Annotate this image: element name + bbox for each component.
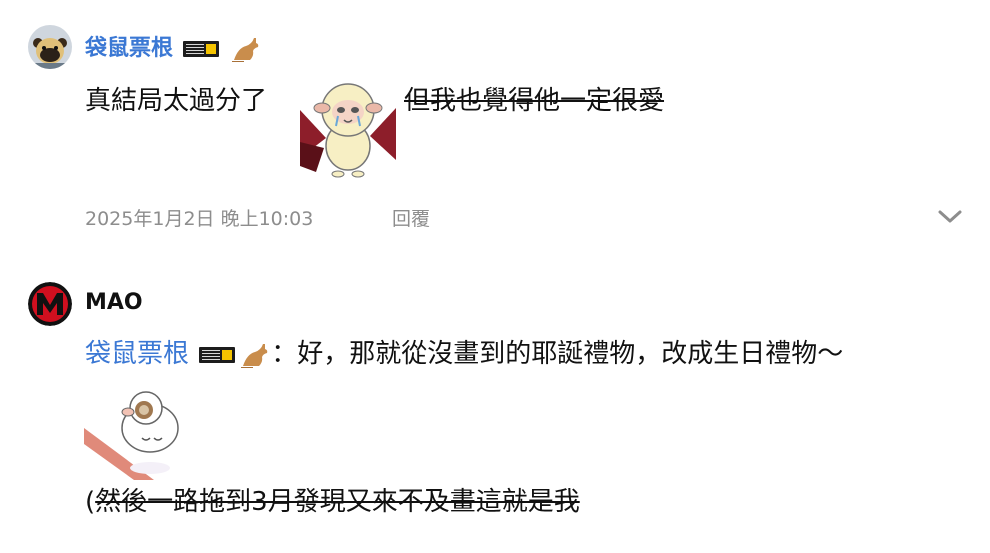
red-m-logo-icon [28,282,72,326]
paren-prefix: ( [85,487,96,517]
chevron-down-icon[interactable] [936,208,964,226]
struck-text: 然後一路拖到3月發現又來不及畫這就是我 [95,487,580,517]
sheep-sticker-icon [84,391,179,480]
comment-text: 真結局太過分了 [85,84,267,118]
comment-text-part2: 但我也覺得他一定很愛 [404,86,665,116]
reply-body-text: ：好，那就從沒畫到的耶誕禮物，改成生日禮物～ [271,339,844,369]
comment-timestamp: 2025年1月2日 晚上10:03 [85,208,314,230]
kangaroo-emoji-icon [232,38,259,62]
crying-sheep-sticker-icon [300,83,396,178]
bear-avatar-icon [28,25,72,69]
concert-ticket-icon [199,346,236,363]
kangaroo-emoji-icon [241,343,268,368]
username-text: 袋鼠票根 [85,36,174,61]
concert-ticket-icon [182,41,219,57]
comment-text-struck: 但我也覺得他一定很愛 [404,84,664,118]
comment-reply-text-struck: (然後一路拖到3月發現又來不及畫這就是我 [85,485,580,519]
mention-link[interactable]: 袋鼠票根 [85,339,189,369]
reply-button[interactable]: 回覆 [392,204,430,231]
user-avatar-bear[interactable] [28,25,72,69]
comment-author-name[interactable]: 袋鼠票根 [85,34,262,64]
comment-reply-text: 袋鼠票根 ：好，那就從沒畫到的耶誕禮物，改成生日禮物～ [85,337,843,371]
user-avatar-mao[interactable] [28,282,72,326]
comment-author-name[interactable]: MAO [85,289,143,317]
comment-text-part1: 真結局太過分了 [85,86,268,116]
